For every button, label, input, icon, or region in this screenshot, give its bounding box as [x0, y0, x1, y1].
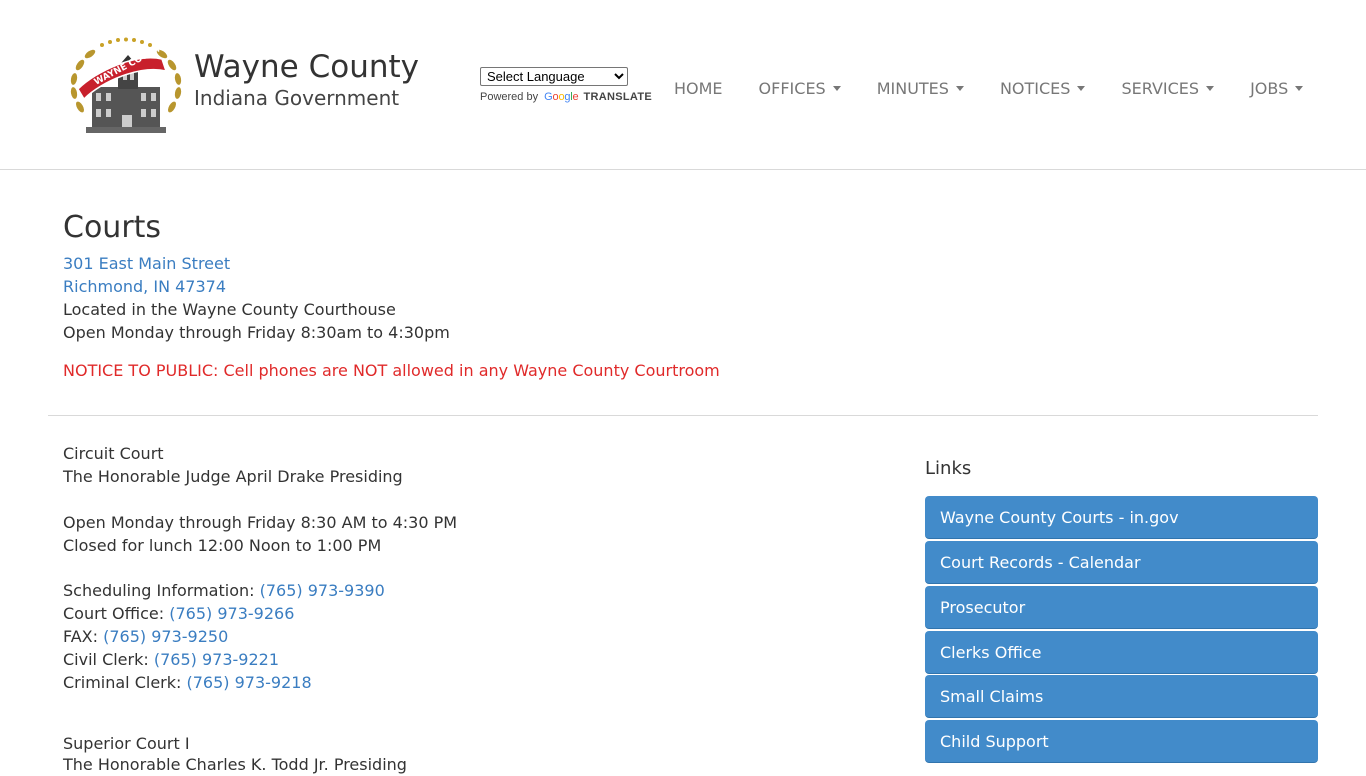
nav-minutes[interactable]: MINUTES — [859, 70, 982, 106]
contact-court-office: Court Office: (765) 973-9266 — [63, 604, 295, 623]
google-translate-attribution: Powered by Google TRANSLATE — [480, 91, 652, 103]
cell-phone-notice: NOTICE TO PUBLIC: Cell phones are NOT al… — [63, 361, 720, 380]
nav-jobs[interactable]: JOBS — [1232, 70, 1321, 106]
circuit-court-judge: The Honorable Judge April Drake Presidin… — [63, 467, 403, 486]
site-title[interactable]: Wayne County — [194, 48, 419, 86]
nav-notices[interactable]: NOTICES — [982, 70, 1104, 106]
contact-criminal-clerk: Criminal Clerk: (765) 973-9218 — [63, 673, 312, 692]
caret-down-icon — [1077, 85, 1086, 91]
site-subtitle: Indiana Government — [194, 86, 400, 110]
link-wayne-county-courts[interactable]: Wayne County Courts - in.gov — [925, 496, 1318, 539]
caret-down-icon — [1295, 85, 1304, 91]
contact-scheduling: Scheduling Information: (765) 973-9390 — [63, 581, 385, 600]
link-child-support[interactable]: Child Support — [925, 720, 1318, 763]
link-small-claims[interactable]: Small Claims — [925, 675, 1318, 718]
circuit-court-name: Circuit Court — [63, 444, 164, 463]
powered-by-text: Powered by — [480, 91, 539, 103]
hours-text: Open Monday through Friday 8:30am to 4:3… — [63, 323, 450, 342]
phone-link[interactable]: (765) 973-9221 — [154, 650, 279, 669]
address-line2-link[interactable]: Richmond, IN 47374 — [63, 275, 226, 298]
nav-home[interactable]: HOME — [656, 70, 741, 106]
main-nav: HOME OFFICES MINUTES NOTICES SERVICES JO… — [656, 70, 1321, 106]
section-divider — [48, 415, 1318, 416]
contact-fax: FAX: (765) 973-9250 — [63, 627, 229, 646]
superior-court-judge: The Honorable Charles K. Todd Jr. Presid… — [63, 755, 407, 774]
nav-services[interactable]: SERVICES — [1103, 70, 1232, 106]
circuit-court-hours: Open Monday through Friday 8:30 AM to 4:… — [63, 513, 458, 532]
circuit-court-lunch: Closed for lunch 12:00 Noon to 1:00 PM — [63, 536, 382, 555]
caret-down-icon — [832, 85, 841, 91]
phone-link[interactable]: (765) 973-9390 — [260, 581, 385, 600]
phone-link[interactable]: (765) 973-9266 — [169, 604, 294, 623]
links-heading: Links — [925, 458, 972, 479]
caret-down-icon — [1206, 85, 1215, 91]
phone-link[interactable]: (765) 973-9250 — [103, 627, 228, 646]
location-text: Located in the Wayne County Courthouse — [63, 300, 396, 319]
google-logo[interactable]: Google — [544, 91, 578, 103]
caret-down-icon — [955, 85, 964, 91]
page-title: Courts — [63, 210, 162, 245]
superior-court-name: Superior Court I — [63, 734, 190, 753]
translate-text: TRANSLATE — [583, 91, 653, 103]
county-seal-logo[interactable]: WAYNE COUNTY — [66, 37, 186, 135]
language-select[interactable]: Select Language — [480, 67, 628, 86]
site-header: WAYNE COUNTY Wayne County Indiana Govern… — [0, 0, 1366, 170]
link-clerks-office[interactable]: Clerks Office — [925, 631, 1318, 674]
phone-link[interactable]: (765) 973-9218 — [187, 673, 312, 692]
nav-offices[interactable]: OFFICES — [741, 70, 859, 106]
address-line1-link[interactable]: 301 East Main Street — [63, 252, 230, 275]
link-court-records[interactable]: Court Records - Calendar — [925, 541, 1318, 584]
contact-civil-clerk: Civil Clerk: (765) 973-9221 — [63, 650, 279, 669]
link-prosecutor[interactable]: Prosecutor — [925, 586, 1318, 629]
